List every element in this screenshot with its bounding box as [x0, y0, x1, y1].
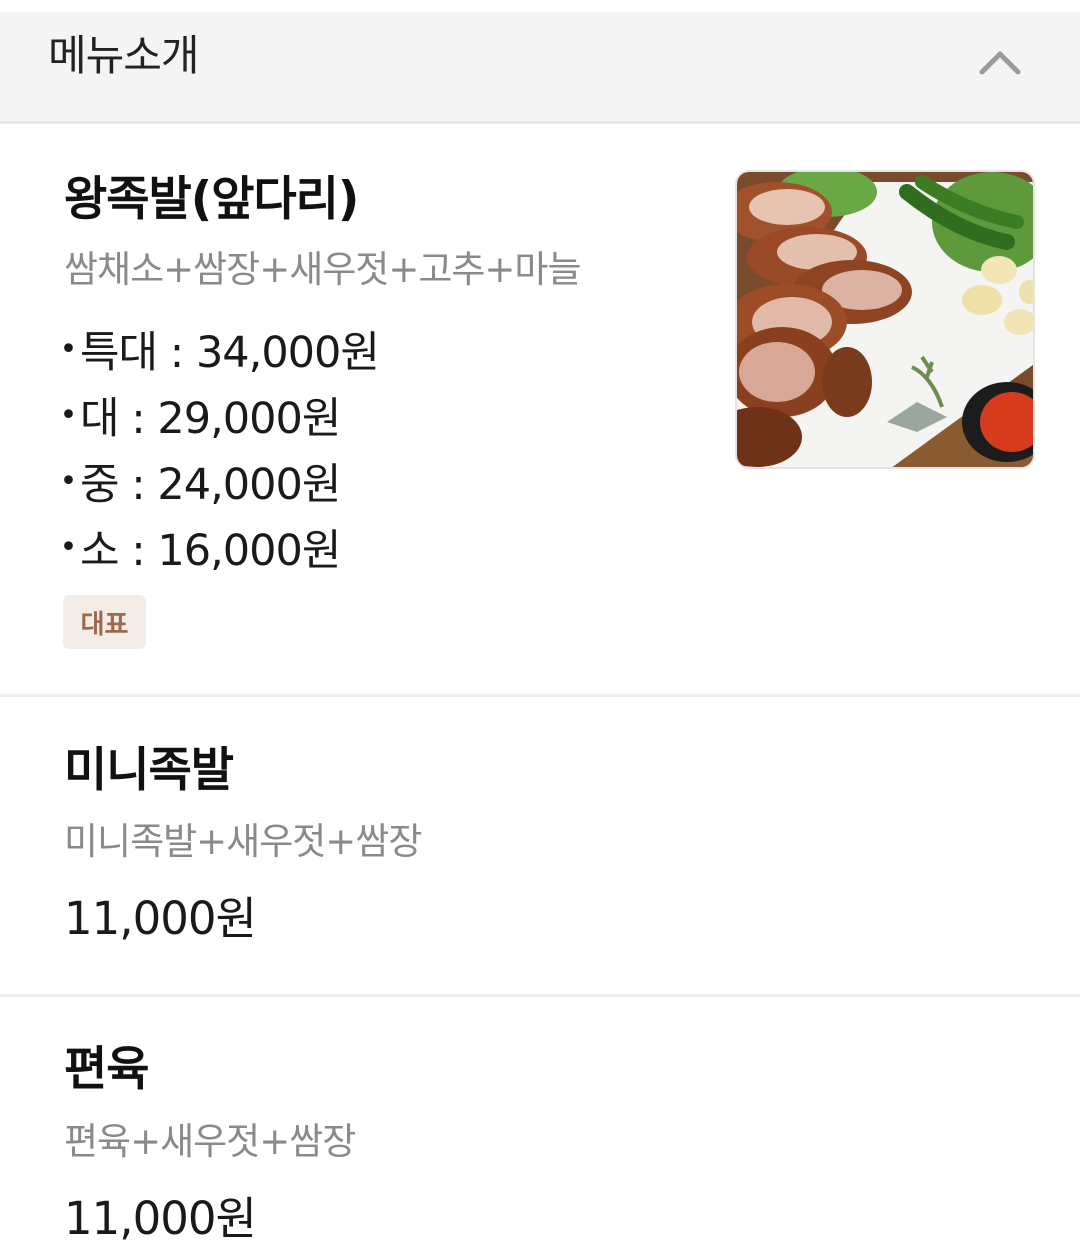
menu-item-price: 11,000원 [64, 892, 257, 945]
price-row-label: 중 : 24,000원 [80, 460, 341, 510]
item-divider [0, 694, 1080, 697]
jokbal-photo [737, 172, 1033, 467]
menu-page: 메뉴소개 왕족발(앞다리) 쌈채소+쌈장+새우젓+고추+마늘 • 특대 : 34… [0, 0, 1080, 1245]
menu-item-photo[interactable] [735, 170, 1035, 469]
menu-item-description: 쌈채소+쌈장+새우젓+고추+마늘 [64, 248, 581, 291]
menu-item-description: 미니족발+새우젓+쌈장 [64, 820, 422, 863]
menu-item-name: 왕족발(앞다리) [64, 172, 359, 227]
menu-item-name: 미니족발 [64, 743, 234, 798]
menu-item-name: 편육 [64, 1042, 149, 1097]
price-row-label: 특대 : 34,000원 [80, 328, 380, 378]
price-row-label: 대 : 29,000원 [80, 394, 341, 444]
price-row-label: 소 : 16,000원 [80, 526, 341, 576]
price-row: • 특대 : 34,000원 [56, 316, 380, 382]
item-divider [0, 994, 1080, 997]
top-strip [0, 0, 1080, 12]
menu-item-price: 11,000원 [64, 1192, 257, 1245]
price-row: • 대 : 29,000원 [56, 382, 379, 448]
collapse-button[interactable] [972, 34, 1028, 90]
section-title: 메뉴소개 [48, 31, 200, 80]
bullet-icon: • [59, 463, 78, 499]
bullet-icon: • [59, 331, 78, 367]
price-row: • 소 : 16,000원 [56, 514, 379, 580]
signature-badge: 대표 [63, 595, 146, 649]
chevron-up-icon [979, 51, 1021, 75]
price-row: • 중 : 24,000원 [56, 448, 379, 514]
price-list: • 특대 : 34,000원 • 대 : 29,000원 • 중 : 24,00… [56, 316, 380, 580]
menu-section-header[interactable]: 메뉴소개 [0, 12, 1080, 124]
menu-item-description: 편육+새우젓+쌈장 [64, 1120, 356, 1163]
bullet-icon: • [59, 397, 78, 433]
bullet-icon: • [59, 529, 78, 565]
